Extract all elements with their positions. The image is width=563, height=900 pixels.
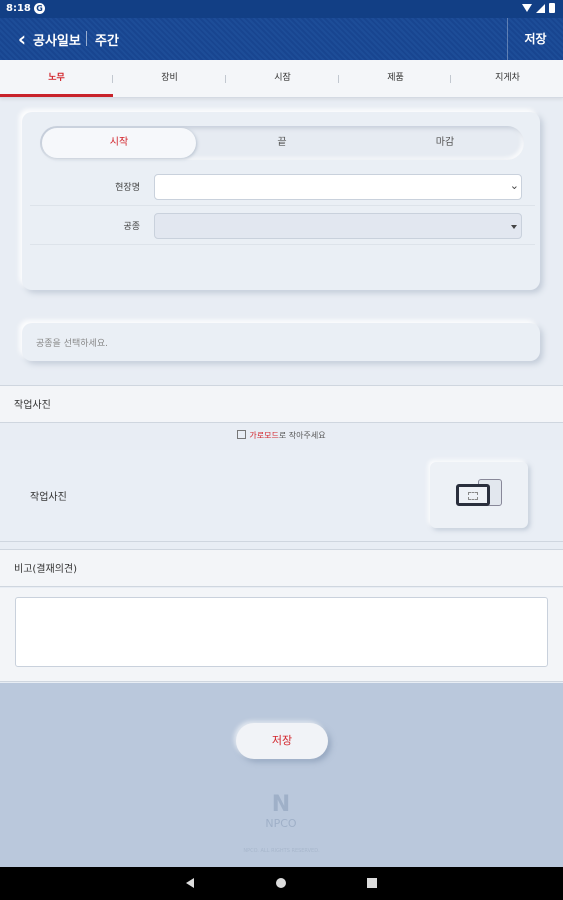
photo-hint: 가로모드로 작아주세요 — [0, 425, 563, 447]
site-select[interactable] — [154, 174, 522, 200]
memo-input[interactable]: 공종을 선택하세요. — [28, 328, 534, 356]
photo-capture-button[interactable] — [430, 462, 528, 528]
signal-icon — [536, 3, 545, 13]
viewfinder-icon — [468, 492, 478, 500]
save-button[interactable]: 저장 — [236, 723, 328, 759]
site-label: 현장명 — [115, 183, 140, 193]
category-tabs: 노무 장비 시잠 제품 지게차 — [0, 60, 563, 98]
status-bar: 8:18 G — [0, 0, 563, 18]
tab-material[interactable]: 시잠 — [226, 60, 339, 97]
phase-segmented-control: 시작 끝 마감 — [40, 126, 524, 160]
tab-forklift[interactable]: 지게차 — [451, 60, 563, 97]
rotate-icon — [237, 430, 247, 439]
remark-section-title: 비고(결재의견) — [14, 564, 78, 575]
title-divider — [86, 31, 87, 46]
google-icon: G — [34, 3, 45, 14]
tab-labor[interactable]: 노무 — [0, 60, 113, 97]
chevron-down-icon: ⌄ — [509, 179, 519, 192]
tab-equipment[interactable]: 장비 — [113, 60, 226, 97]
hint-highlight: 가로모드 — [249, 431, 279, 440]
copyright: NPCO. ALL RIGHTS RESERVED. — [243, 848, 320, 854]
hint-suffix: 로 작아주세요 — [278, 431, 326, 440]
header-save-button[interactable]: 저장 — [508, 18, 563, 60]
site-row: 현장명 ⌄ — [30, 168, 535, 206]
status-icons — [522, 3, 555, 13]
footer-area: 저장 N NPCO NPCO. ALL RIGHTS RESERVED. — [0, 683, 563, 867]
logo-mark-icon: N — [271, 792, 291, 817]
app-bar: ‹ 공사일보 주간 저장 — [0, 18, 563, 60]
segment-close[interactable]: 마감 — [368, 128, 522, 158]
remark-section-header: 비고(결재의견) — [0, 549, 563, 587]
nav-home-icon[interactable] — [276, 878, 286, 888]
remark-textarea[interactable] — [15, 597, 548, 667]
photo-row: 작업사진 — [0, 450, 563, 542]
trade-row: 공종 — [30, 207, 535, 245]
page-title: 공사일보 — [33, 34, 81, 49]
company-logo: N NPCO — [256, 792, 306, 831]
trade-select[interactable] — [154, 213, 522, 239]
trade-label: 공종 — [123, 222, 140, 232]
segment-start[interactable]: 시작 — [42, 128, 196, 158]
segment-end[interactable]: 끝 — [205, 128, 359, 158]
photo-section-header: 작업사진 — [0, 385, 563, 423]
landscape-camera-icon — [456, 484, 490, 506]
dropdown-arrow-icon — [511, 225, 517, 229]
back-icon[interactable]: ‹ — [10, 26, 34, 52]
page-subtitle: 주간 — [95, 34, 119, 49]
status-time: 8:18 — [6, 3, 31, 14]
photo-section-title: 작업사진 — [14, 400, 51, 411]
battery-icon — [549, 3, 555, 13]
system-nav-bar — [0, 867, 563, 900]
wifi-icon — [522, 4, 532, 12]
photo-row-label: 작업사진 — [30, 492, 67, 503]
nav-back-icon[interactable] — [186, 878, 194, 888]
tab-product[interactable]: 제품 — [339, 60, 452, 97]
logo-text: NPCO — [265, 817, 297, 830]
nav-recent-icon[interactable] — [367, 878, 377, 888]
